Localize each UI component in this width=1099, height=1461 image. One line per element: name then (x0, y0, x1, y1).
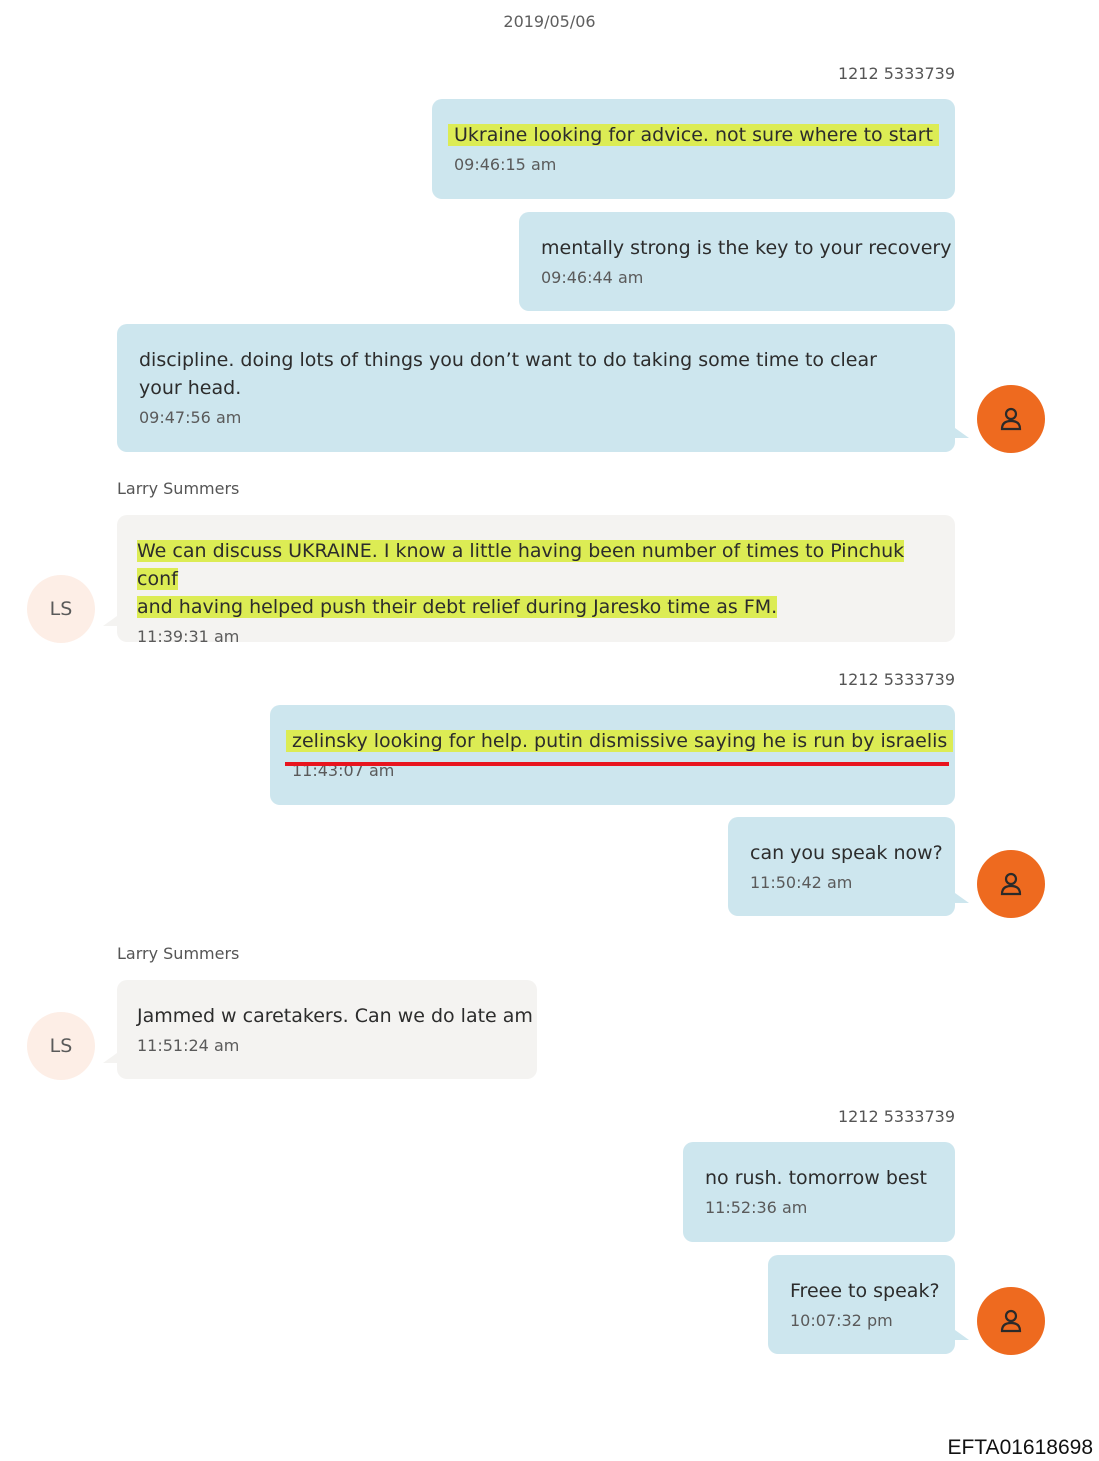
message-text-line: and having helped push their debt relief… (137, 596, 778, 618)
document-id: EFTA01618698 (947, 1436, 1093, 1459)
message-time: 11:52:36 am (705, 1198, 808, 1217)
message-text: mentally strong is the key to your recov… (541, 237, 952, 259)
message-text: no rush. tomorrow best (705, 1167, 927, 1189)
message-time: 09:47:56 am (139, 408, 242, 427)
message-text-line: We can discuss UKRAINE. I know a little … (137, 540, 905, 590)
bubble-tail (103, 1053, 117, 1063)
message-text: zelinsky looking for help. putin dismiss… (286, 730, 954, 752)
bubble-tail (955, 428, 969, 438)
avatar-ls: LS (27, 575, 95, 643)
avatar-ls: LS (27, 1012, 95, 1080)
message-bubble-outgoing[interactable]: zelinsky looking for help. putin dismiss… (270, 705, 955, 805)
bubble-tail (103, 616, 117, 626)
red-underline-annotation (285, 762, 949, 766)
sender-label-ls: Larry Summers (117, 479, 240, 498)
person-icon (977, 385, 1045, 453)
person-icon (977, 1287, 1045, 1355)
message-text: can you speak now? (750, 842, 943, 864)
message-time: 09:46:15 am (454, 155, 557, 174)
sender-label-ls: Larry Summers (117, 944, 240, 963)
message-bubble-outgoing[interactable]: Ukraine looking for advice. not sure whe… (432, 99, 955, 199)
message-bubble-outgoing[interactable]: discipline. doing lots of things you don… (117, 324, 955, 452)
message-bubble-outgoing[interactable]: mentally strong is the key to your recov… (519, 212, 955, 311)
message-time: 11:50:42 am (750, 873, 853, 892)
message-time: 11:51:24 am (137, 1036, 240, 1055)
message-bubble-outgoing[interactable]: Freee to speak? 10:07:32 pm (768, 1255, 955, 1354)
sender-label-me: 1212 5333739 (837, 670, 955, 689)
bubble-tail (955, 893, 969, 903)
sender-label-me: 1212 5333739 (837, 64, 955, 83)
sender-label-me: 1212 5333739 (837, 1107, 955, 1126)
message-text: Jammed w caretakers. Can we do late am (137, 1005, 533, 1027)
message-bubble-outgoing[interactable]: no rush. tomorrow best 11:52:36 am (683, 1142, 955, 1242)
message-bubble-outgoing[interactable]: can you speak now? 11:50:42 am (728, 817, 955, 916)
conversation-date: 2019/05/06 (503, 12, 596, 31)
message-text: discipline. doing lots of things you don… (139, 349, 877, 399)
message-text: Ukraine looking for advice. not sure whe… (448, 124, 939, 146)
message-bubble-incoming[interactable]: Jammed w caretakers. Can we do late am 1… (117, 980, 537, 1079)
message-text: Freee to speak? (790, 1280, 940, 1302)
message-time: 09:46:44 am (541, 268, 644, 287)
message-time: 10:07:32 pm (790, 1311, 893, 1330)
person-icon (977, 850, 1045, 918)
message-time: 11:39:31 am (137, 627, 240, 646)
message-bubble-incoming[interactable]: We can discuss UKRAINE. I know a little … (117, 515, 955, 646)
bubble-tail (955, 1330, 969, 1340)
